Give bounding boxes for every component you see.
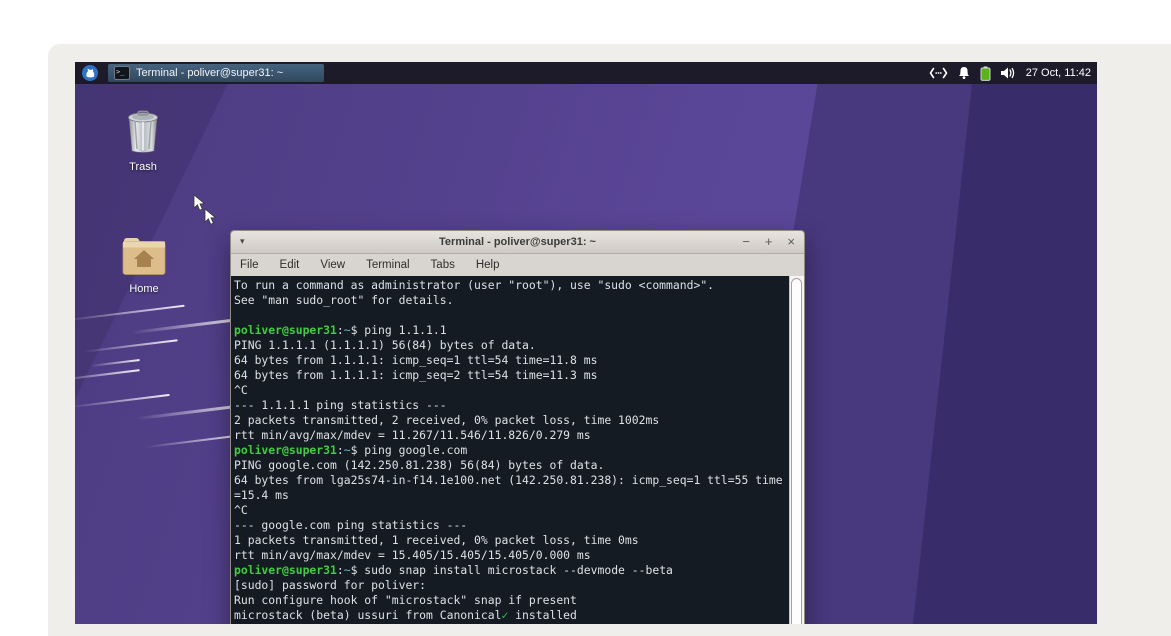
wallpaper-streak xyxy=(75,394,170,408)
window-controls: − + × xyxy=(742,231,795,253)
terminal-viewport[interactable]: To run a command as administrator (user … xyxy=(231,276,804,624)
wallpaper-streak xyxy=(75,369,140,381)
desktop[interactable]: >_ Terminal - poliver@super31: ~ xyxy=(75,62,1097,624)
taskbar-button-label: Terminal - poliver@super31: ~ xyxy=(136,67,283,79)
terminal-line: rtt min/avg/max/mdev = 15.405/15.405/15.… xyxy=(234,548,788,563)
menu-terminal[interactable]: Terminal xyxy=(366,259,409,271)
terminal-line: --- google.com ping statistics --- xyxy=(234,518,788,533)
desktop-icon-trash[interactable]: Trash xyxy=(111,108,175,173)
terminal-line: 64 bytes from 1.1.1.1: icmp_seq=2 ttl=54… xyxy=(234,368,788,383)
terminal-line: [sudo] password for poliver: xyxy=(234,578,788,593)
desktop-icon-label: Trash xyxy=(111,161,175,173)
window-titlebar[interactable]: ▾ Terminal - poliver@super31: ~ − + × xyxy=(231,231,804,254)
terminal-line: 64 bytes from 1.1.1.1: icmp_seq=1 ttl=54… xyxy=(234,353,788,368)
window-menu-arrow-icon[interactable]: ▾ xyxy=(240,236,245,247)
terminal-line: To run a command as administrator (user … xyxy=(234,278,788,293)
terminal-line: --- 1.1.1.1 ping statistics --- xyxy=(234,398,788,413)
wallpaper-streak xyxy=(83,339,178,353)
wallpaper-streak xyxy=(90,359,140,367)
notifications-bell-icon[interactable] xyxy=(957,66,971,80)
wallpaper-streak xyxy=(75,305,185,322)
terminal-line: rtt min/avg/max/mdev = 11.267/11.546/11.… xyxy=(234,428,788,443)
terminal-line: =15.4 ms xyxy=(234,488,788,503)
menu-edit[interactable]: Edit xyxy=(280,259,300,271)
terminal-line: See "man sudo_root" for details. xyxy=(234,293,788,308)
terminal-line: 1 packets transmitted, 1 received, 0% pa… xyxy=(234,533,788,548)
terminal-line: poliver@super31:~$ ping google.com xyxy=(234,443,788,458)
mouse-logo-glyph xyxy=(84,67,96,79)
window-title: Terminal - poliver@super31: ~ xyxy=(439,236,596,248)
scrollbar-thumb[interactable] xyxy=(791,278,802,624)
terminal-line: poliver@super31:~$ sudo snap install mic… xyxy=(234,563,788,578)
xubuntu-logo-icon[interactable] xyxy=(82,65,98,81)
terminal-line: PING google.com (142.250.81.238) 56(84) … xyxy=(234,458,788,473)
network-icon[interactable] xyxy=(929,67,948,79)
terminal-line: PING 1.1.1.1 (1.1.1.1) 56(84) bytes of d… xyxy=(234,338,788,353)
desktop-icon-label: Home xyxy=(112,283,176,295)
terminal-line: poliver@super31:~$ ping 1.1.1.1 xyxy=(234,323,788,338)
terminal-app-icon: >_ xyxy=(114,66,130,80)
close-button[interactable]: × xyxy=(787,231,795,253)
terminal-line: 64 bytes from lga25s74-in-f14.1e100.net … xyxy=(234,473,788,488)
clock[interactable]: 27 Oct, 11:42 xyxy=(1026,67,1091,79)
maximize-button[interactable]: + xyxy=(765,231,773,253)
menu-file[interactable]: File xyxy=(240,259,259,271)
desktop-icon-home[interactable]: Home xyxy=(112,234,176,295)
menubar: File Edit View Terminal Tabs Help xyxy=(231,254,804,277)
minimize-button[interactable]: − xyxy=(742,231,750,253)
battery-icon[interactable] xyxy=(980,66,991,81)
home-folder-icon xyxy=(120,234,168,276)
menu-view[interactable]: View xyxy=(320,259,345,271)
terminal-line: Run configure hook of "microstack" snap … xyxy=(234,593,788,608)
terminal-line: ^C xyxy=(234,503,788,518)
terminal-line: 2 packets transmitted, 2 received, 0% pa… xyxy=(234,413,788,428)
menu-tabs[interactable]: Tabs xyxy=(431,259,455,271)
terminal-output: To run a command as administrator (user … xyxy=(234,278,788,624)
terminal-line: ^C xyxy=(234,383,788,398)
taskbar-button-terminal[interactable]: >_ Terminal - poliver@super31: ~ xyxy=(108,64,324,82)
menu-help[interactable]: Help xyxy=(476,259,500,271)
terminal-line: microstack (beta) ussuri from Canonical✓… xyxy=(234,608,788,623)
trash-can-icon xyxy=(121,108,165,154)
scrollbar[interactable] xyxy=(789,276,804,624)
volume-icon[interactable] xyxy=(1000,66,1017,80)
terminal-line xyxy=(234,308,788,323)
terminal-window: ▾ Terminal - poliver@super31: ~ − + × Fi… xyxy=(230,230,805,624)
top-panel: >_ Terminal - poliver@super31: ~ xyxy=(75,62,1097,84)
mouse-cursor-icon xyxy=(204,208,218,226)
system-tray: 27 Oct, 11:42 xyxy=(929,62,1091,84)
